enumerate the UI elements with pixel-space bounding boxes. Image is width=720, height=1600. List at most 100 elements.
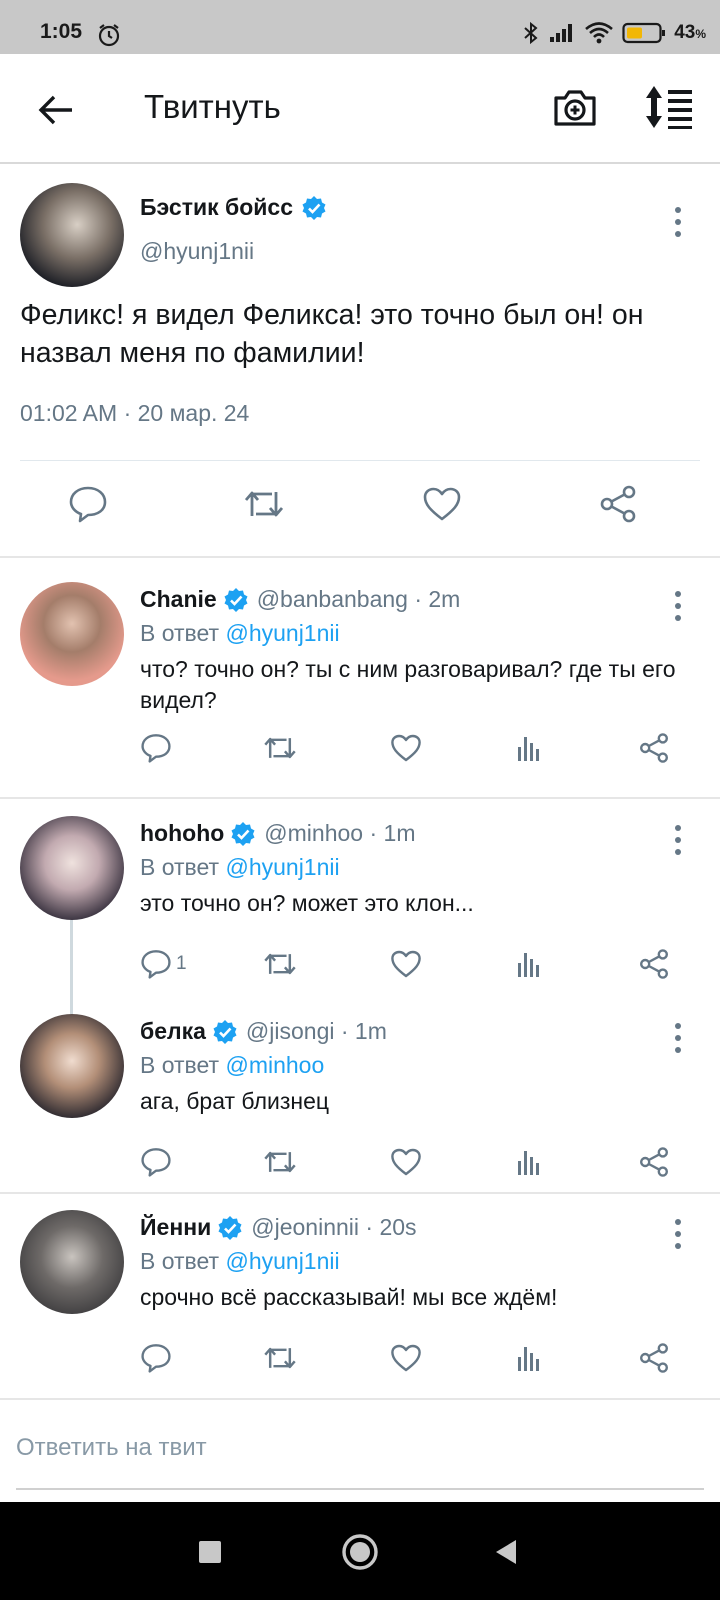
avatar[interactable] (20, 1014, 124, 1118)
author-name[interactable]: Бэстик бойсс (140, 194, 293, 221)
author-name[interactable]: hohoho (140, 820, 224, 847)
like-button[interactable] (390, 726, 422, 770)
reply-tweet[interactable]: Chanie @banbanbang · 2m В ответ @hyunj1n… (0, 560, 720, 798)
author-handle[interactable]: @banbanbang · 2m (257, 586, 461, 613)
analytics-icon (518, 1151, 539, 1175)
retweet-button[interactable] (262, 1336, 298, 1380)
share-button[interactable] (638, 1336, 670, 1380)
author-name[interactable]: Йенни (140, 1214, 211, 1241)
in-reply-to: В ответ @hyunj1nii (140, 1248, 340, 1274)
reply-button[interactable] (58, 474, 118, 534)
more-options-icon[interactable] (664, 1018, 692, 1058)
share-button[interactable] (588, 474, 648, 534)
analytics-button[interactable] (516, 726, 544, 770)
signal-icon (550, 24, 573, 42)
more-options-icon[interactable] (664, 202, 692, 242)
avatar[interactable] (20, 183, 124, 287)
retweet-button[interactable] (262, 942, 298, 986)
share-icon (600, 485, 636, 523)
in-reply-to: В ответ @hyunj1nii (140, 620, 340, 646)
status-time: 1:05 (40, 20, 83, 43)
top-app-bar: Твитнуть (0, 54, 720, 164)
retweet-button[interactable] (262, 1140, 298, 1184)
share-button[interactable] (638, 1140, 670, 1184)
author-handle[interactable]: @hyunj1nii (140, 238, 254, 265)
back-arrow-icon (38, 95, 72, 125)
mention-link[interactable]: @hyunj1nii (225, 620, 339, 646)
tweet-text: это точно он? может это клон... (140, 890, 474, 916)
mention-link[interactable]: @hyunj1nii (225, 854, 339, 880)
reply-button[interactable]: 1 (140, 942, 187, 986)
reply-icon (69, 486, 107, 523)
verified-badge-icon (302, 195, 326, 220)
status-icons: 43% (522, 18, 706, 48)
like-button[interactable] (390, 1336, 422, 1380)
camera-add-icon[interactable] (552, 84, 598, 130)
back-button[interactable] (34, 88, 78, 132)
more-options-icon[interactable] (664, 820, 692, 860)
reply-tweet[interactable]: hohoho @minhoo · 1m В ответ @hyunj1nii э… (0, 792, 720, 990)
retweet-icon (264, 1151, 296, 1173)
divider (20, 460, 700, 461)
tweet-actions (0, 726, 720, 770)
avatar[interactable] (20, 1210, 124, 1314)
tweet-timestamp: 01:02 AM · 20 мар. 24 (20, 400, 250, 426)
tweet-text: что? точно он? ты с ним разговаривал? гд… (140, 656, 676, 713)
recents-button[interactable] (188, 1530, 232, 1574)
input-underline (16, 1488, 704, 1490)
analytics-icon (518, 953, 539, 977)
author-handle[interactable]: @jeoninnii · 20s (251, 1214, 416, 1241)
retweet-button[interactable] (234, 474, 294, 534)
share-button[interactable] (638, 726, 670, 770)
reply-tweet[interactable]: белка @jisongi · 1m В ответ @minhoo ага,… (0, 990, 720, 1190)
tweet-actions (0, 1336, 720, 1380)
mention-link[interactable]: @minhoo (225, 1052, 324, 1078)
reply-button[interactable] (140, 1140, 172, 1184)
alarm-icon (98, 24, 120, 47)
reply-composer (0, 1398, 720, 1502)
reply-tweet[interactable]: Йенни @jeoninnii · 20s В ответ @hyunj1ni… (0, 1186, 720, 1392)
reply-header: Йенни @jeoninnii · 20s (140, 1214, 417, 1241)
reply-button[interactable] (140, 1336, 172, 1380)
like-button[interactable] (412, 474, 472, 534)
analytics-button[interactable] (516, 1140, 544, 1184)
author-handle[interactable]: @minhoo · 1m (264, 820, 415, 847)
reply-button[interactable] (140, 726, 172, 770)
analytics-button[interactable] (516, 942, 544, 986)
author-name[interactable]: белка (140, 1018, 206, 1045)
tweet-actions (0, 1140, 720, 1184)
sort-icon[interactable] (644, 84, 696, 130)
home-button[interactable] (338, 1530, 382, 1574)
author-name[interactable]: Chanie (140, 586, 217, 613)
in-reply-to: В ответ @minhoo (140, 1052, 325, 1078)
home-circle-icon (342, 1534, 378, 1570)
retweet-icon (244, 491, 284, 517)
like-button[interactable] (390, 1140, 422, 1184)
system-navigation-bar (0, 1502, 720, 1600)
analytics-button[interactable] (516, 1336, 544, 1380)
verified-badge-icon (218, 1215, 242, 1240)
author-handle[interactable]: @jisongi · 1m (246, 1018, 387, 1045)
heart-icon (391, 1344, 421, 1372)
status-bar: 1:05 43% (0, 0, 720, 54)
battery-percent: 43% (674, 22, 706, 43)
avatar[interactable] (20, 582, 124, 686)
retweet-icon (264, 1347, 296, 1369)
mention-link[interactable]: @hyunj1nii (225, 1248, 339, 1274)
more-options-icon[interactable] (664, 1214, 692, 1254)
reply-input[interactable] (16, 1426, 696, 1470)
heart-icon (391, 1148, 421, 1176)
wifi-icon (585, 22, 614, 44)
retweet-button[interactable] (262, 726, 298, 770)
heart-icon (391, 950, 421, 978)
share-button[interactable] (638, 942, 670, 986)
avatar[interactable] (20, 816, 124, 920)
tweet-text: срочно всё рассказывай! мы все ждём! (140, 1284, 558, 1310)
back-nav-button[interactable] (484, 1530, 528, 1574)
more-options-icon[interactable] (664, 586, 692, 626)
author-row: Бэстик бойсс (140, 194, 327, 221)
like-button[interactable] (390, 942, 422, 986)
reply-icon (141, 950, 171, 979)
verified-badge-icon (224, 587, 248, 612)
reply-icon (141, 1344, 171, 1373)
